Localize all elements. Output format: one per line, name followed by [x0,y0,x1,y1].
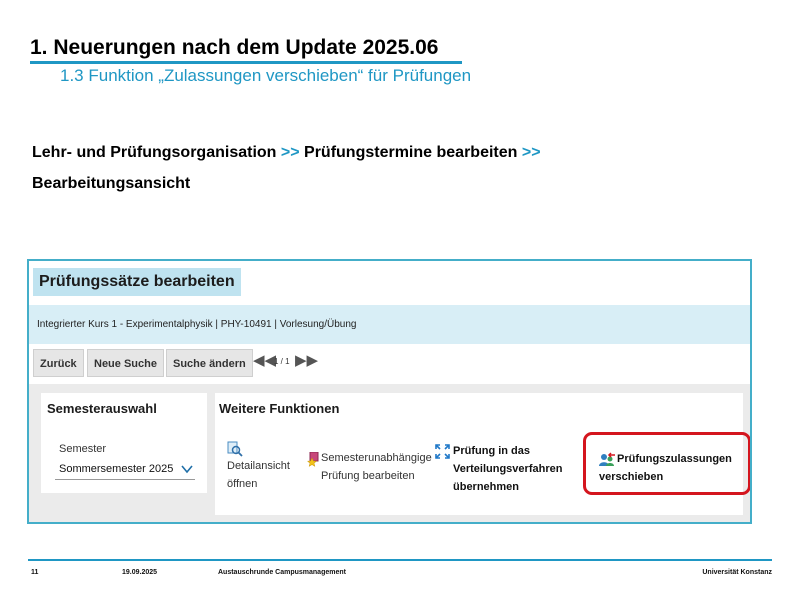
page-title: Prüfungssätze bearbeiten [33,268,241,296]
transfer-to-distribution-link[interactable]: Prüfung in das Verteilungsverfahren über… [435,442,570,496]
path-step-organisation: Lehr- und Prüfungsorganisation [32,144,277,161]
double-chevron-left-icon[interactable]: ◀◀ [253,351,276,369]
screenshot-header: Prüfungssätze bearbeiten [29,261,750,305]
double-chevron-right-icon[interactable]: ▶▶ [295,351,318,369]
edit-semester-independent-exam-link[interactable]: Semesterunabhängige Prüfung bearbeiten [307,449,432,485]
semester-select[interactable]: Sommersemester 2025 [55,458,195,480]
slide-subtitle: 1.3 Funktion „Zulassungen verschieben“ f… [60,66,472,85]
slide-title: 1. Neuerungen nach dem Update 2025.06 [30,36,439,59]
magnifier-document-icon [227,441,243,457]
new-search-button[interactable]: Neue Suche [87,349,164,377]
function-label-line: Verteilungsverfahren [453,463,563,475]
function-label-line: öffnen [227,478,258,490]
highlight-frame [583,432,750,495]
footer-divider [28,559,772,561]
footer-date: 19.09.2025 [122,569,158,576]
embedded-screenshot: Prüfungssätze bearbeiten Integrierter Ku… [27,259,752,524]
title-underline [30,61,462,64]
path-separator: >> [521,144,541,161]
function-label-line: Semesterunabhängige [321,452,432,464]
footer-organization: Universität Konstanz [702,569,772,576]
open-detail-view-link[interactable]: Detailansicht öffnen [227,441,307,493]
function-label-line: Prüfung bearbeiten [321,470,415,482]
change-search-button[interactable]: Suche ändern [166,349,253,377]
semester-label: Semester [59,443,107,455]
toolbar: Zurück Neue Suche Suche ändern ◀◀ 1 / 1 … [29,344,750,384]
star-document-icon [307,452,319,467]
chevron-down-icon [181,465,193,474]
function-label-line: übernehmen [453,481,520,493]
function-label-line: Prüfung in das [453,445,530,457]
navigation-path-line-1: Lehr- und Prüfungsorganisation >> Prüfun… [32,144,541,162]
function-label-line: Detailansicht [227,460,290,472]
course-info-bar: Integrierter Kurs 1 - Experimentalphysik… [29,305,750,344]
expand-arrows-icon [435,444,450,459]
footer-page-number: 11 [31,569,39,576]
path-separator: >> [280,144,300,161]
further-functions-heading: Weitere Funktionen [219,401,340,416]
semester-panel: Semesterauswahl Semester Sommersemester … [41,393,207,493]
semester-panel-heading: Semesterauswahl [47,401,157,416]
pager-info: 1 / 1 [274,357,290,366]
back-button[interactable]: Zurück [33,349,84,377]
navigation-path-line-2: Bearbeitungsansicht [32,175,191,192]
path-step-pruefungstermine: Prüfungstermine bearbeiten [304,144,518,161]
semester-select-value: Sommersemester 2025 [59,463,174,475]
footer-event: Austauschrunde Campusmanagement [218,569,346,576]
